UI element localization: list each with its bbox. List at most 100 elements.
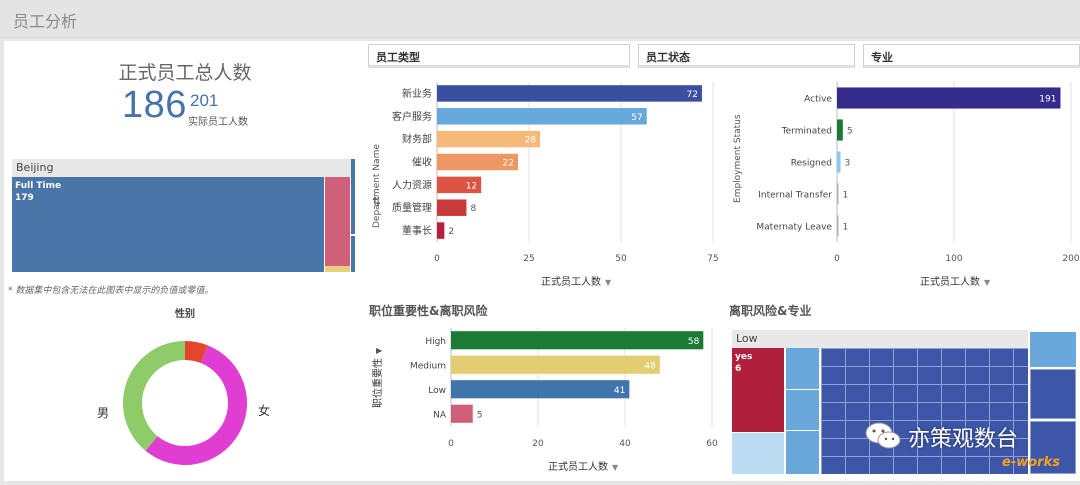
filter-employee-status[interactable]: 员工状态	[638, 44, 855, 68]
status-bars: 191 5 3 1 1	[837, 87, 1061, 237]
status-value-label: 1	[843, 223, 849, 233]
kpi-title: 正式员工总人数	[118, 62, 252, 84]
risk-category-label: NA	[433, 410, 447, 420]
dept-bar[interactable]	[437, 222, 445, 239]
treemap-location-header[interactable]: Beijing	[12, 159, 352, 177]
dept-category-label: 董事长	[402, 224, 432, 237]
treemap-cell-label: Full Time	[15, 181, 62, 191]
brand-logo-text: 亦策观数台	[908, 427, 1019, 452]
sort-icon[interactable]: ⇅	[372, 195, 381, 208]
chart-note: * 数据集中包含无法在此图表中显示的负值或零值。	[8, 286, 214, 296]
risk-value-label: 41	[614, 386, 625, 396]
risk-bar[interactable]	[451, 331, 704, 350]
dept-x-axis-label[interactable]: 正式员工人数	[541, 275, 601, 288]
risk-bar-chart[interactable]: 58 48 41 5 0 20 40 60 High Medium Low NA ▶ 职位重要性 正…	[366, 322, 726, 477]
status-ticks: 0 100 200 Active Terminated Resigned Internal …	[756, 95, 1079, 265]
caret-down-icon[interactable]: ▼	[605, 278, 612, 287]
risk-x-axis-label[interactable]: 正式员工人数	[548, 460, 608, 473]
risk-value-label: 5	[477, 410, 483, 420]
treemap-cell[interactable]	[325, 177, 350, 266]
kpi-main-value: 186	[122, 84, 187, 126]
expand-icon[interactable]: ▶	[376, 346, 383, 355]
risk-major-cell[interactable]	[786, 390, 819, 430]
risk-major-cell[interactable]	[732, 433, 784, 474]
caret-down-icon[interactable]: ▼	[984, 278, 991, 287]
status-x-tick-label: 0	[834, 254, 840, 264]
dept-category-label: 催收	[412, 156, 432, 169]
filter-employee-type[interactable]: 员工类型	[368, 44, 630, 68]
dept-bars: 72 57 28 22 12 8 2	[437, 85, 702, 239]
risk-major-title: 离职风险&专业	[729, 304, 812, 318]
dept-y-axis-label: Department Name	[372, 144, 382, 228]
dept-value-label: 8	[470, 204, 476, 214]
app-title: 员工分析	[13, 12, 78, 31]
status-bar[interactable]	[837, 87, 1061, 109]
treemap-cell-full-time[interactable]: Full Time 179	[12, 177, 324, 272]
treemap-cell[interactable]	[351, 159, 355, 234]
status-bar[interactable]	[837, 215, 839, 237]
status-category-label: Internal Transfer	[758, 191, 832, 201]
risk-x-tick-label: 0	[448, 439, 454, 449]
status-x-axis-label[interactable]: 正式员工人数	[920, 275, 980, 288]
status-category-label: Active	[804, 95, 832, 105]
gender-donut-chart[interactable]	[115, 333, 255, 473]
dept-category-label: 质量管理	[392, 201, 432, 214]
gender-label-male: 男	[97, 406, 110, 420]
department-bar-chart[interactable]: 72 57 28 22 12 8 2 0 25 50 75 新业务客户服务财务部催收人力资源质量管理…	[366, 78, 726, 293]
risk-major-cell-grid[interactable]	[821, 348, 1028, 474]
wechat-icon	[865, 422, 901, 449]
risk-major-cell-label: yes	[735, 352, 753, 362]
treemap-cell-value: 179	[15, 193, 34, 203]
dept-bar[interactable]	[437, 85, 702, 102]
employment-status-bar-chart[interactable]: 191 5 3 1 1 0 100 200 Active Terminated Resigned I…	[728, 78, 1080, 293]
dept-value-label: 72	[687, 90, 698, 100]
risk-major-cell[interactable]	[1030, 369, 1076, 419]
dept-category-label: 人力资源	[392, 178, 432, 191]
treemap-cell[interactable]	[351, 236, 355, 272]
status-category-label: Terminated	[781, 127, 832, 137]
dept-category-label: 财务部	[402, 133, 432, 146]
dept-x-tick-label: 75	[707, 254, 718, 264]
risk-major-cell[interactable]	[786, 431, 819, 474]
status-x-tick-label: 100	[945, 254, 962, 264]
donut-slice[interactable]	[123, 341, 185, 451]
dept-value-label: 28	[525, 136, 537, 146]
status-value-label: 1	[843, 191, 849, 201]
dept-x-tick-label: 25	[523, 254, 534, 264]
risk-category-label: Low	[428, 386, 446, 396]
risk-major-header[interactable]: Low	[732, 330, 1028, 348]
dept-value-label: 22	[503, 159, 514, 169]
risk-value-label: 48	[644, 361, 656, 371]
risk-major-cell-yes[interactable]: yes 6	[732, 348, 784, 432]
risk-x-tick-label: 40	[619, 439, 631, 449]
risk-x-tick-label: 60	[706, 439, 718, 449]
gender-chart-title: 性别	[175, 309, 195, 320]
dept-value-label: 12	[466, 181, 477, 191]
dept-x-tick-label: 50	[615, 254, 627, 264]
risk-y-axis-label: 职位重要性	[371, 358, 384, 408]
risk-bar[interactable]	[451, 404, 473, 423]
risk-major-cell[interactable]	[1030, 332, 1076, 367]
dept-bar[interactable]	[437, 199, 467, 216]
status-value-label: 3	[845, 159, 851, 169]
filter-major[interactable]: 专业	[863, 44, 1080, 68]
dept-value-label: 57	[631, 113, 642, 123]
status-bar[interactable]	[837, 151, 841, 173]
risk-value-label: 58	[688, 337, 700, 347]
status-bar[interactable]	[837, 183, 839, 205]
status-value-label: 191	[1039, 95, 1056, 105]
dept-bar[interactable]	[437, 108, 647, 125]
risk-major-cell[interactable]	[786, 348, 819, 389]
status-category-label: Resigned	[791, 159, 832, 169]
caret-down-icon[interactable]: ▼	[612, 463, 619, 472]
kpi-sub-label: 实际员工人数	[188, 117, 248, 128]
dept-category-label: 新业务	[402, 87, 432, 100]
treemap-cell[interactable]	[325, 266, 350, 272]
risk-bar[interactable]	[451, 380, 630, 399]
risk-x-tick-label: 20	[532, 439, 544, 449]
dept-x-tick-label: 0	[434, 254, 440, 264]
kpi-sub-value: 201	[190, 91, 219, 110]
risk-bar[interactable]	[451, 355, 660, 374]
watermark: e-works	[1002, 455, 1060, 470]
status-bar[interactable]	[837, 119, 843, 141]
